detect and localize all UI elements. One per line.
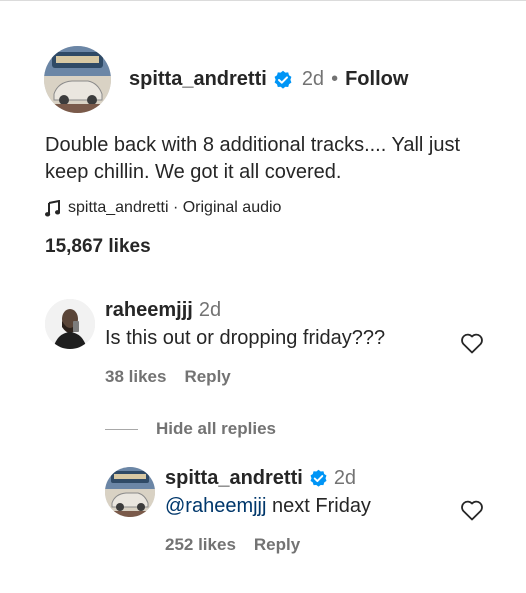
heart-icon[interactable] <box>460 332 484 359</box>
reply-username[interactable]: spitta_andretti <box>165 467 303 490</box>
post-header: spitta_andretti 2d • Follow <box>44 46 408 113</box>
reply-author-avatar[interactable] <box>105 467 155 517</box>
follow-button[interactable]: Follow <box>345 68 408 91</box>
reply-item: spitta_andretti 2d @raheemjjj next Frida… <box>105 467 526 555</box>
music-note-icon <box>45 199 60 217</box>
post-caption: Double back with 8 additional tracks....… <box>45 134 461 183</box>
comment-time[interactable]: 2d <box>199 299 221 322</box>
comment-likes-count[interactable]: 38 likes <box>105 367 166 387</box>
verified-badge-icon <box>309 469 328 488</box>
heart-icon[interactable] <box>460 499 484 526</box>
audio-label: spitta_andretti · Original audio <box>68 199 282 216</box>
separator-dot: • <box>331 68 339 90</box>
audio-link[interactable]: spitta_andretti · Original audio <box>45 199 281 217</box>
hide-replies-label: Hide all replies <box>156 419 276 438</box>
reply-likes-count[interactable]: 252 likes <box>165 535 236 555</box>
commenter-avatar[interactable] <box>45 299 95 349</box>
reply-time[interactable]: 2d <box>334 467 356 490</box>
replies-divider <box>105 428 138 430</box>
comment-username[interactable]: raheemjjj <box>105 299 193 322</box>
hide-replies-button[interactable]: Hide all replies <box>105 419 276 439</box>
reply-button[interactable]: Reply <box>254 535 300 555</box>
top-divider <box>0 0 526 1</box>
comment-item: raheemjjj 2d Is this out or dropping fri… <box>45 299 526 387</box>
post-time[interactable]: 2d <box>302 68 324 91</box>
comment-text: Is this out or dropping friday??? <box>105 327 386 349</box>
reply-text: @raheemjjj next Friday <box>165 495 371 518</box>
verified-badge-icon <box>273 70 293 90</box>
author-avatar[interactable] <box>44 46 111 113</box>
mention-link[interactable]: @raheemjjj <box>165 495 266 517</box>
reply-text-body: next Friday <box>266 495 371 517</box>
author-username[interactable]: spitta_andretti <box>129 68 267 91</box>
post-likes-count[interactable]: 15,867 likes <box>45 236 151 258</box>
reply-button[interactable]: Reply <box>184 367 230 387</box>
